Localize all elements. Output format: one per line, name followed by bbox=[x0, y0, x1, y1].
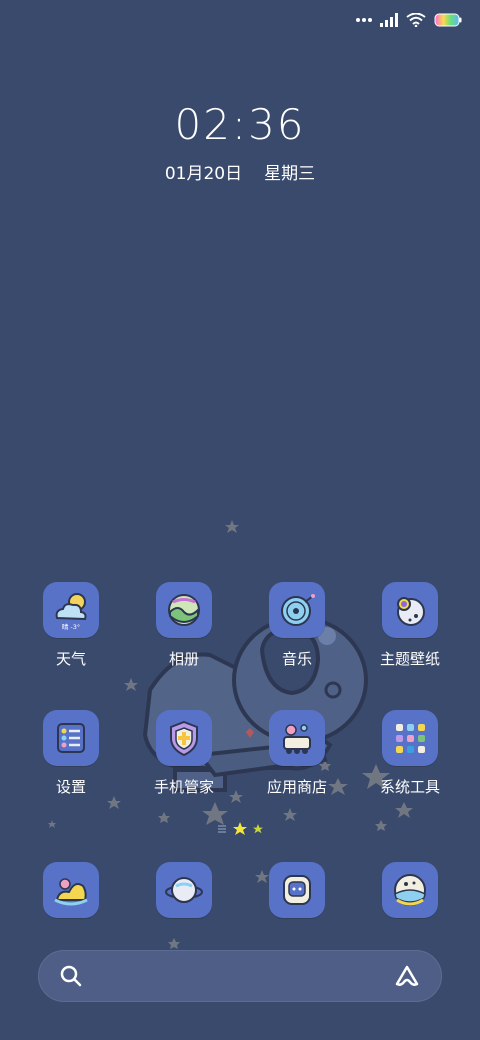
star-icon bbox=[124, 678, 138, 691]
page-indicator[interactable] bbox=[0, 822, 480, 836]
phone-dock-icon[interactable] bbox=[43, 862, 99, 918]
dock-messages[interactable] bbox=[247, 862, 347, 918]
app-label: 音乐 bbox=[281, 650, 312, 668]
themes-icon[interactable] bbox=[382, 582, 438, 638]
star-icon bbox=[225, 520, 239, 533]
dock-phone[interactable] bbox=[21, 862, 121, 918]
app-tools-folder[interactable]: 系统工具 bbox=[360, 710, 460, 797]
assistant-icon[interactable] bbox=[393, 964, 421, 988]
app-gallery[interactable]: 相册 bbox=[134, 582, 234, 669]
app-settings[interactable]: 设置 bbox=[21, 710, 121, 797]
app-store[interactable]: 应用商店 bbox=[247, 710, 347, 797]
dock-camera[interactable] bbox=[360, 862, 460, 918]
star-icon bbox=[107, 796, 121, 809]
star-icon bbox=[283, 808, 297, 821]
app-label: 手机管家 bbox=[153, 778, 214, 796]
browser-dock-icon[interactable] bbox=[156, 862, 212, 918]
app-label: 应用商店 bbox=[266, 778, 327, 796]
app-music[interactable]: 音乐 bbox=[247, 582, 347, 669]
weather-icon[interactable]: 晴 -3° bbox=[43, 582, 99, 638]
menu-page-icon[interactable] bbox=[217, 824, 227, 834]
app-label: 主题壁纸 bbox=[379, 650, 440, 668]
svg-text:晴 -3°: 晴 -3° bbox=[62, 622, 80, 631]
app-label: 相册 bbox=[168, 650, 199, 668]
search-bar[interactable] bbox=[38, 950, 442, 1002]
dock-browser[interactable] bbox=[134, 862, 234, 918]
star-page-icon[interactable] bbox=[253, 824, 263, 834]
app-label: 天气 bbox=[55, 650, 86, 668]
star-icon bbox=[168, 938, 180, 949]
app-label: 系统工具 bbox=[379, 778, 440, 796]
app-store-icon[interactable] bbox=[269, 710, 325, 766]
star-icon bbox=[395, 802, 413, 818]
music-icon[interactable] bbox=[269, 582, 325, 638]
app-weather[interactable]: 晴 -3° 天气 bbox=[21, 582, 121, 669]
settings-icon[interactable] bbox=[43, 710, 99, 766]
camera-dock-icon[interactable] bbox=[382, 862, 438, 918]
security-icon[interactable] bbox=[156, 710, 212, 766]
app-security[interactable]: 手机管家 bbox=[134, 710, 234, 797]
tools-folder-icon[interactable] bbox=[382, 710, 438, 766]
app-label: 设置 bbox=[55, 778, 86, 796]
messages-dock-icon[interactable] bbox=[269, 862, 325, 918]
app-themes[interactable]: 主题壁纸 bbox=[360, 582, 460, 669]
star-page-active-icon[interactable] bbox=[233, 822, 247, 836]
search-icon[interactable] bbox=[59, 964, 83, 988]
gallery-icon[interactable] bbox=[156, 582, 212, 638]
